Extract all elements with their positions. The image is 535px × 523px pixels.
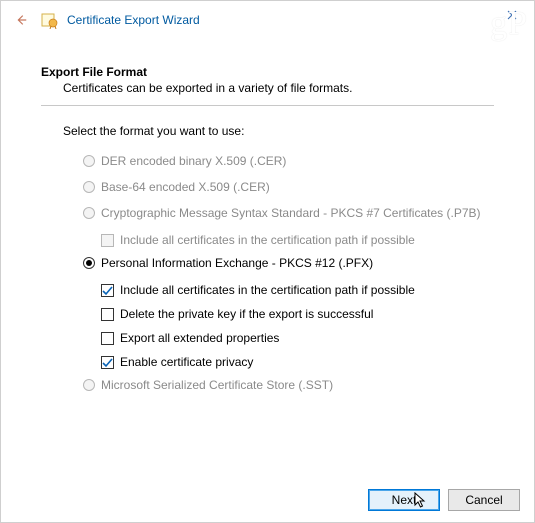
checkbox-pfx-export-ext[interactable]: Export all extended properties: [101, 326, 494, 350]
page-heading: Export File Format: [41, 65, 494, 79]
radio-sst: Microsoft Serialized Certificate Store (…: [83, 374, 494, 396]
checkbox-icon: [101, 332, 114, 345]
checkbox-pfx-include-chain[interactable]: Include all certificates in the certific…: [101, 278, 494, 302]
close-button[interactable]: [489, 1, 534, 29]
checkbox-label-pfx-delete-key: Delete the private key if the export is …: [120, 307, 373, 321]
select-prompt: Select the format you want to use:: [63, 124, 494, 138]
checkbox-label-pfx-export-ext: Export all extended properties: [120, 331, 279, 345]
certificate-wizard-icon: [41, 11, 59, 29]
close-icon: [507, 10, 517, 20]
divider: [41, 105, 494, 106]
checkbox-icon: [101, 234, 114, 247]
radio-pfx[interactable]: Personal Information Exchange - PKCS #12…: [83, 252, 494, 274]
checkbox-icon: [101, 308, 114, 321]
radio-icon: [83, 181, 95, 193]
arrow-left-icon: [14, 13, 28, 27]
checkbox-label-pfx-include-chain: Include all certificates in the certific…: [120, 283, 415, 297]
checkbox-pfx-cert-privacy[interactable]: Enable certificate privacy: [101, 350, 494, 374]
checkmark-icon: [101, 284, 114, 297]
radio-der: DER encoded binary X.509 (.CER): [83, 150, 494, 172]
wizard-window: Certificate Export Wizard gP Export File…: [0, 0, 535, 523]
checkbox-p7b-include-chain: Include all certificates in the certific…: [101, 228, 494, 252]
radio-p7b: Cryptographic Message Syntax Standard - …: [83, 202, 494, 224]
radio-label-base64: Base-64 encoded X.509 (.CER): [101, 180, 270, 194]
checkbox-pfx-delete-key[interactable]: Delete the private key if the export is …: [101, 302, 494, 326]
checkbox-icon-checked: [101, 356, 114, 369]
page-description: Certificates can be exported in a variet…: [63, 79, 494, 95]
radio-label-pfx: Personal Information Exchange - PKCS #12…: [101, 256, 373, 270]
checkbox-icon-checked: [101, 284, 114, 297]
cancel-button[interactable]: Cancel: [448, 489, 520, 511]
back-button[interactable]: [11, 10, 31, 30]
next-button[interactable]: Next: [368, 489, 440, 511]
radio-label-der: DER encoded binary X.509 (.CER): [101, 154, 286, 168]
radio-icon: [83, 207, 95, 219]
checkbox-label-p7b-include-chain: Include all certificates in the certific…: [120, 233, 415, 247]
heading-block: Export File Format Certificates can be e…: [41, 65, 494, 95]
checkmark-icon: [101, 356, 114, 369]
radio-label-sst: Microsoft Serialized Certificate Store (…: [101, 378, 333, 392]
format-options: DER encoded binary X.509 (.CER) Base-64 …: [83, 150, 494, 396]
radio-icon: [83, 155, 95, 167]
radio-icon-selected: [83, 257, 95, 269]
title-bar: Certificate Export Wizard: [1, 1, 534, 39]
radio-base64: Base-64 encoded X.509 (.CER): [83, 176, 494, 198]
content-area: Export File Format Certificates can be e…: [1, 65, 534, 474]
radio-icon: [83, 379, 95, 391]
button-bar: Next Cancel: [1, 478, 534, 522]
window-title: Certificate Export Wizard: [67, 13, 200, 27]
checkbox-label-pfx-cert-privacy: Enable certificate privacy: [120, 355, 253, 369]
radio-label-p7b: Cryptographic Message Syntax Standard - …: [101, 206, 481, 220]
